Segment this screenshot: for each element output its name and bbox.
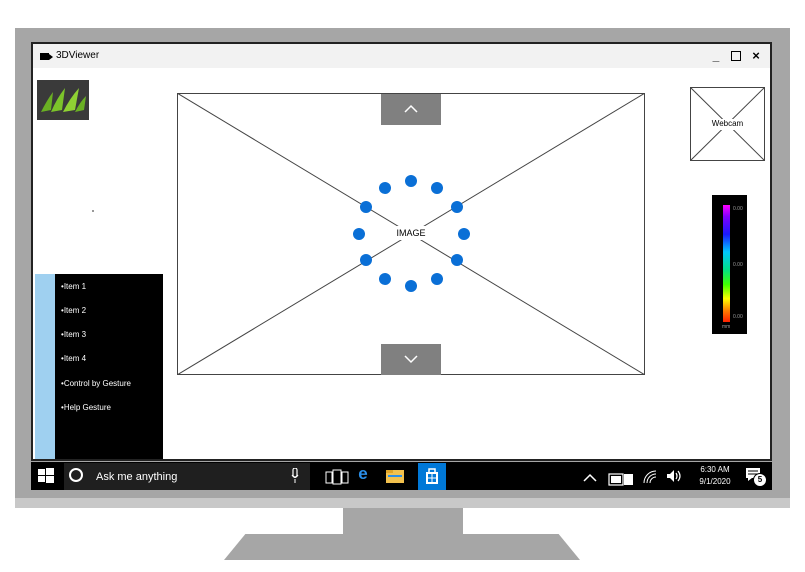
file-explorer-icon[interactable] — [385, 468, 405, 484]
logo-icon — [41, 88, 86, 112]
notification-badge: 5 — [753, 473, 767, 487]
wifi-icon[interactable] — [643, 470, 657, 484]
image-label: IMAGE — [396, 228, 426, 238]
microphone-icon[interactable] — [291, 467, 299, 484]
maximize-button[interactable] — [729, 48, 743, 65]
start-button[interactable] — [38, 468, 54, 484]
spinner-dot — [431, 273, 443, 285]
spinner-dot — [458, 228, 470, 240]
spinner-dot — [379, 182, 391, 194]
clock-date[interactable]: 9/1/2020 — [689, 477, 741, 486]
color-scale-bar — [723, 205, 730, 322]
menu-side-strip — [35, 274, 55, 459]
spinner-dot — [451, 254, 463, 266]
clock-time[interactable]: 6:30 AM — [689, 465, 741, 474]
spinner-dot — [360, 201, 372, 213]
chevron-down-icon — [404, 355, 418, 364]
search-placeholder[interactable]: Ask me anything — [96, 470, 177, 484]
window-titlebar — [33, 44, 770, 68]
stray-mark — [92, 210, 94, 212]
side-menu: Item 1 Item 2 Item 3 Item 4 Control by G… — [55, 274, 163, 459]
spinner-dot — [405, 175, 417, 187]
color-scale-top-value: 0.00 — [733, 206, 743, 212]
color-scale-unit: mm — [722, 324, 731, 330]
spinner-dot — [405, 280, 417, 292]
menu-item-4[interactable]: Item 4 — [61, 354, 86, 363]
battery-icon[interactable] — [608, 472, 634, 486]
scroll-up-button[interactable] — [381, 94, 441, 125]
window-title: 3DViewer — [56, 50, 100, 61]
close-button[interactable]: × — [749, 48, 763, 64]
color-scale-bottom-value: 0.00 — [733, 314, 743, 320]
scroll-down-button[interactable] — [381, 344, 441, 375]
action-center-button[interactable]: 5 — [745, 467, 767, 487]
volume-icon[interactable] — [666, 469, 684, 483]
monitor-stand-base — [224, 534, 580, 560]
chevron-up-icon — [404, 104, 418, 113]
cortana-icon[interactable] — [69, 468, 83, 482]
menu-item-1[interactable]: Item 1 — [61, 282, 86, 291]
spinner-dot — [431, 182, 443, 194]
minimize-button[interactable]: _ — [709, 48, 723, 64]
task-view-icon[interactable] — [325, 469, 349, 485]
menu-item-help-gesture[interactable]: Help Gesture — [61, 403, 111, 412]
menu-item-3[interactable]: Item 3 — [61, 330, 86, 339]
window-title-area: 3DViewer — [40, 46, 99, 66]
spinner-dot — [353, 228, 365, 240]
spinner-dot — [379, 273, 391, 285]
store-bag-icon — [426, 468, 438, 484]
menu-item-2[interactable]: Item 2 — [61, 306, 86, 315]
monitor-stand-neck — [343, 508, 463, 534]
monitor-chin — [15, 498, 790, 508]
maximize-icon — [731, 51, 741, 61]
windows-logo-icon — [38, 468, 54, 483]
video-camera-icon — [40, 52, 53, 60]
menu-item-control-by-gesture[interactable]: Control by Gesture — [61, 379, 131, 388]
color-scale-mid-value: 0.00 — [733, 262, 743, 268]
spinner-dot — [360, 254, 372, 266]
webcam-label: Webcam — [711, 119, 744, 128]
spinner-dot — [451, 201, 463, 213]
app-logo — [37, 80, 89, 120]
chevron-up-tray-icon[interactable] — [583, 470, 597, 482]
store-app-button[interactable] — [418, 463, 446, 490]
edge-browser-icon[interactable]: e — [355, 465, 371, 482]
